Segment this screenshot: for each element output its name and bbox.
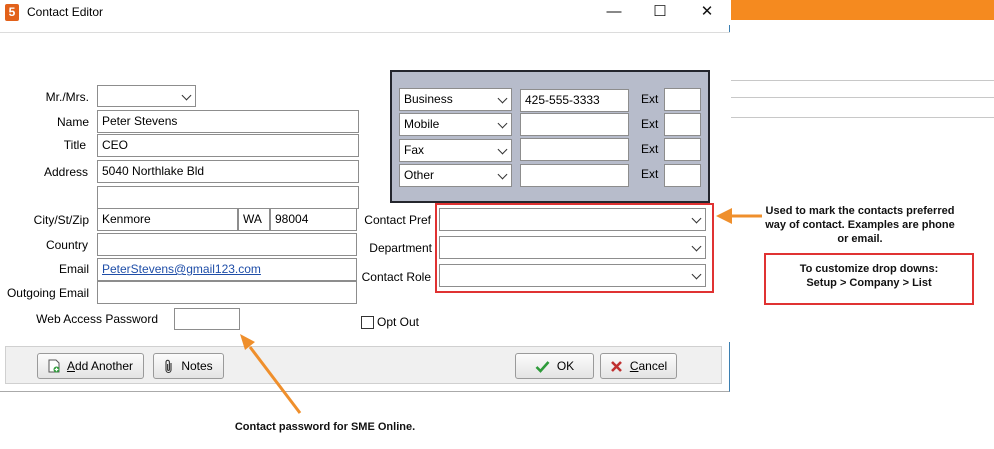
contact-pref-annotation: Used to mark the contacts preferred way … — [765, 205, 955, 245]
password-annotation: Contact password for SME Online. — [234, 421, 416, 433]
dropdown-note-box: To customize drop downs: Setup > Company… — [764, 253, 974, 305]
arrow-to-contact-pref — [716, 208, 762, 224]
dropdown-note-line2: Setup > Company > List — [806, 277, 932, 289]
dropdown-note-line1: To customize drop downs: — [799, 263, 939, 275]
arrow-to-password — [240, 334, 302, 414]
